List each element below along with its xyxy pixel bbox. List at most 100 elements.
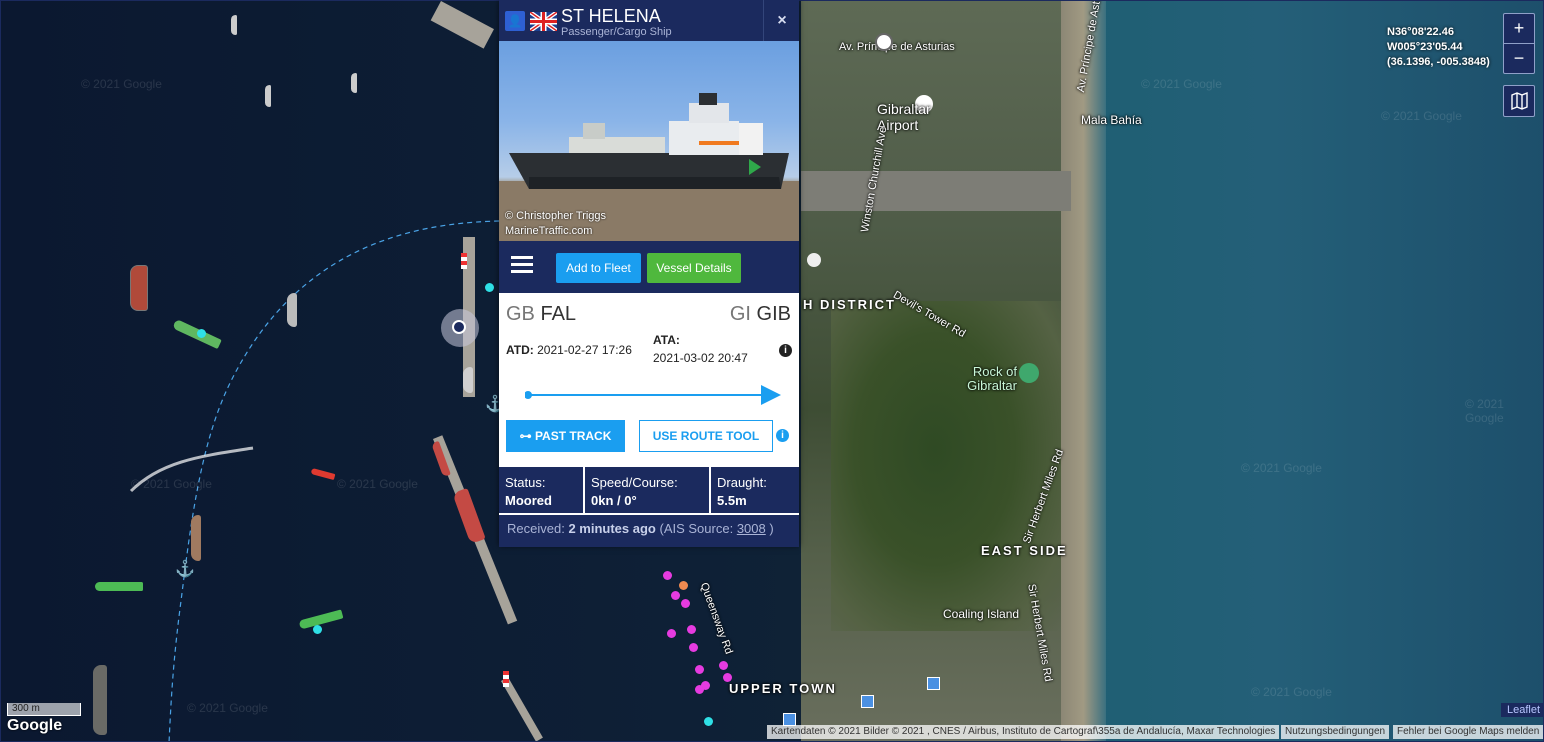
decimal-coordinates: (36.1396, -005.3848) <box>1387 56 1490 68</box>
terms-link[interactable]: Nutzungsbedingungen <box>1281 725 1390 739</box>
roundabout-icon <box>875 33 893 51</box>
ais-source-link[interactable]: 3008 <box>737 521 766 536</box>
map-label: Av. Príncipe de Asturias <box>839 41 955 53</box>
ship-marker[interactable] <box>231 15 237 35</box>
vessel-dot[interactable] <box>679 581 688 590</box>
vessel-photo[interactable]: © Christopher Triggs MarineTraffic.com <box>499 41 799 241</box>
photo-credit-source: MarineTraffic.com <box>505 225 593 237</box>
vessel-dot[interactable] <box>687 625 696 634</box>
mountain-icon <box>1019 363 1039 383</box>
map-layers-button[interactable] <box>1503 85 1535 117</box>
ais-source-suffix: ) <box>769 521 774 536</box>
ship-marker[interactable] <box>95 582 143 591</box>
popup-toolbar: Add to Fleet Vessel Details <box>499 241 799 293</box>
ship-marker[interactable] <box>130 265 148 311</box>
photo-credit-author: © Christopher Triggs <box>505 210 607 222</box>
vessel-dot[interactable] <box>695 665 704 674</box>
use-route-tool-button[interactable]: USE ROUTE TOOL <box>639 420 773 452</box>
status-value: Moored <box>505 493 552 508</box>
status-cell: Status: Moored <box>499 467 585 513</box>
status-bar: Status: Moored Speed/Course: 0kn / 0° Dr… <box>499 467 799 513</box>
ship-marker[interactable] <box>463 367 473 393</box>
atd-value: 2021-02-27 17:26 <box>537 343 632 357</box>
ship-marker[interactable] <box>191 515 201 561</box>
past-track-button[interactable]: ⊶ PAST TRACK <box>506 420 625 452</box>
bus-stop-icon <box>927 677 940 690</box>
info-icon[interactable]: i <box>776 429 789 442</box>
map-attribution: Kartendaten © 2021 Bilder © 2021 , CNES … <box>767 725 1280 739</box>
received-info: Received: 2 minutes ago (AIS Source: 300… <box>499 513 799 547</box>
ata-label-text: ATA: <box>653 333 680 347</box>
watermark: © 2021 Google <box>1241 461 1322 475</box>
uk-flag-icon <box>530 12 557 31</box>
vessel-dot[interactable] <box>681 599 690 608</box>
destination-port-code: GIB <box>756 303 791 325</box>
add-to-fleet-button[interactable]: Add to Fleet <box>556 253 641 283</box>
vessel-dot[interactable] <box>197 329 206 338</box>
map-layers-icon <box>1511 91 1528 111</box>
map-label: Mala Bahía <box>1081 113 1142 127</box>
popup-header: 👤 ST HELENA Passenger/Cargo Ship × <box>499 0 799 41</box>
bus-stop-icon <box>861 695 874 708</box>
watermark: © 2021 Google <box>1141 77 1222 91</box>
ship-marker[interactable] <box>351 73 357 93</box>
vessel-dot[interactable] <box>704 717 713 726</box>
origin-country: GB <box>506 303 535 325</box>
ata-value: 2021-03-02 20:47 <box>653 351 748 365</box>
poi-icon <box>807 253 821 267</box>
selected-vessel-highlight[interactable] <box>441 309 479 347</box>
hamburger-menu-button[interactable] <box>511 256 533 276</box>
vessel-dot[interactable] <box>663 571 672 580</box>
track-icon: ⊶ <box>519 429 535 443</box>
cursor-coordinates: N36°08'22.46 W005°23'05.44 (36.1396, -00… <box>1387 25 1490 70</box>
vessel-name: ST HELENA <box>561 6 661 26</box>
selected-vessel-icon[interactable] <box>452 320 466 334</box>
zoom-out-button[interactable]: − <box>1504 44 1534 73</box>
status-label: Status: <box>505 475 546 490</box>
map-label: EAST SIDE <box>981 543 1068 558</box>
info-icon[interactable]: i <box>779 344 792 357</box>
close-button[interactable]: × <box>763 0 800 41</box>
anchorage-icon[interactable]: ⚓ <box>175 559 195 579</box>
leaflet-link[interactable]: Leaflet <box>1501 703 1543 717</box>
user-icon[interactable]: 👤 <box>505 11 525 31</box>
draught-value: 5.5m <box>717 493 747 508</box>
atd-label: ATD: <box>506 343 534 357</box>
voyage-section: GB FAL GI GIB ATD: 2021-02-27 17:26 ATA:… <box>499 293 799 467</box>
vessel-details-button[interactable]: Vessel Details <box>647 253 741 283</box>
origin-port-code: FAL <box>540 303 577 325</box>
vessel-dot[interactable] <box>485 283 494 292</box>
ais-source-label: (AIS Source: <box>659 521 734 536</box>
vessel-dot[interactable] <box>313 625 322 634</box>
vessel-popup: 👤 ST HELENA Passenger/Cargo Ship × © Chr… <box>499 0 799 547</box>
origin-port[interactable]: GB FAL <box>506 303 576 326</box>
ship-marker[interactable] <box>287 293 297 327</box>
ata-label: ATA: <box>653 333 680 347</box>
draught-cell: Draught: 5.5m <box>711 467 799 513</box>
ship-marker[interactable] <box>93 665 107 735</box>
speed-label: Speed/Course: <box>591 475 678 490</box>
report-error-link[interactable]: Fehler bei Google Maps melden <box>1393 725 1543 739</box>
photo-credit: © Christopher Triggs MarineTraffic.com <box>505 209 606 239</box>
zoom-in-button[interactable]: + <box>1504 14 1534 43</box>
vessel-dot[interactable] <box>695 685 704 694</box>
received-value: 2 minutes ago <box>568 521 656 536</box>
vessel-dot[interactable] <box>667 629 676 638</box>
speed-cell: Speed/Course: 0kn / 0° <box>585 467 711 513</box>
vessel-dot[interactable] <box>671 591 680 600</box>
past-track-label: PAST TRACK <box>534 429 612 443</box>
ship-marker[interactable] <box>265 85 271 107</box>
vessel-dot[interactable] <box>689 643 698 652</box>
watermark: © 2021 Google <box>131 477 212 491</box>
destination-country: GI <box>729 303 751 325</box>
watermark: © 2021 Google <box>187 701 268 715</box>
voyage-progress-track <box>525 385 781 405</box>
draught-label: Draught: <box>717 475 767 490</box>
destination-port[interactable]: GI GIB <box>730 303 791 326</box>
watermark: © 2021 Google <box>337 477 418 491</box>
watermark: © 2021 Google <box>1251 685 1332 699</box>
atd-row: ATD: 2021-02-27 17:26 <box>506 343 632 357</box>
speed-value: 0kn / 0° <box>591 493 637 508</box>
vessel-dot[interactable] <box>719 661 728 670</box>
longitude-readout: W005°23'05.44 <box>1387 41 1463 53</box>
